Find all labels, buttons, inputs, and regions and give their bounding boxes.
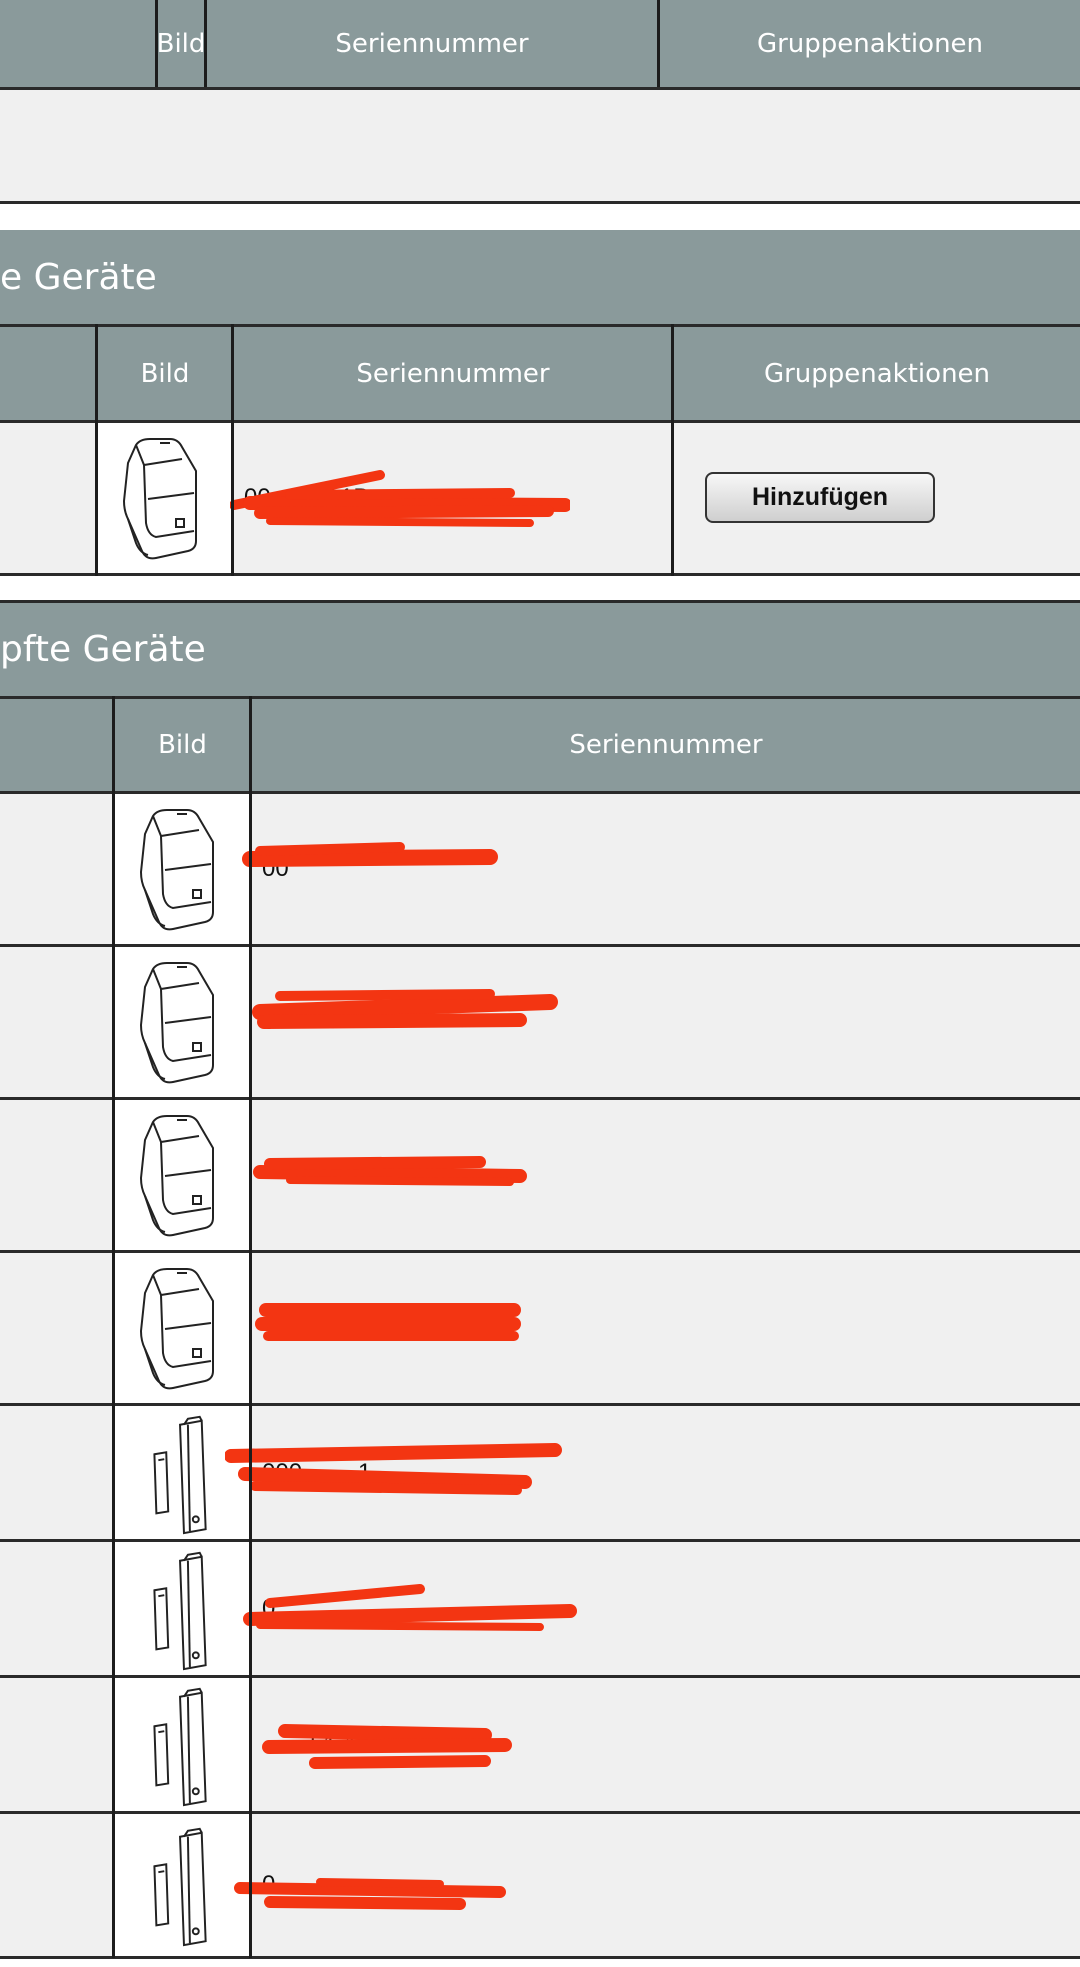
divider — [657, 0, 660, 88]
thermostat-icon — [139, 1115, 214, 1237]
column-header-group-actions: Gruppenaktionen — [756, 29, 984, 59]
add-button[interactable]: Hinzufügen — [705, 472, 935, 523]
redaction-mark — [242, 842, 498, 867]
thermostat-icon — [139, 1268, 214, 1390]
window-sensor-icon — [153, 1687, 207, 1806]
redaction-mark — [252, 989, 558, 1029]
redaction-mark — [262, 1724, 512, 1769]
device-image-cell — [115, 1678, 249, 1811]
window-sensor-icon — [153, 1551, 207, 1670]
divider — [231, 324, 234, 576]
table3-header: Bild Seriennummer — [0, 699, 1080, 791]
device-image-cell — [115, 1253, 249, 1403]
empty-row — [0, 90, 1080, 202]
device-image-cell — [98, 423, 232, 573]
window-sensor-icon — [153, 1827, 207, 1947]
column-header-group-actions: Gruppenaktionen — [763, 358, 991, 389]
divider — [0, 201, 1080, 204]
thermostat-icon — [139, 809, 214, 931]
device-image-cell — [115, 1542, 249, 1675]
section-header: pfte Geräte — [0, 603, 1080, 696]
divider — [0, 573, 1080, 576]
redaction-mark — [253, 1156, 527, 1186]
device-image-cell — [115, 794, 249, 944]
column-header-serial: Seriennummer — [356, 358, 550, 389]
section-title: e Geräte — [0, 256, 157, 298]
redaction-mark — [234, 1878, 506, 1910]
divider — [671, 324, 674, 576]
column-header-image: Bild — [156, 29, 206, 59]
divider — [155, 0, 158, 88]
table1-header: Bild Seriennummer Gruppenaktionen — [0, 0, 1080, 88]
divider — [204, 0, 207, 88]
table2-header: Bild Seriennummer Gruppenaktionen — [0, 327, 1080, 420]
divider — [0, 1956, 1080, 1959]
divider — [95, 324, 98, 576]
column-header-image: Bild — [158, 730, 207, 760]
redaction-mark — [255, 1303, 521, 1341]
thermostat-icon — [122, 438, 197, 560]
redaction-mark — [225, 1443, 562, 1495]
device-image-cell — [115, 1100, 249, 1250]
thermostat-icon — [139, 962, 214, 1084]
divider — [112, 696, 115, 1958]
device-image-cell — [115, 1814, 249, 1956]
column-header-image: Bild — [140, 358, 190, 389]
column-header-serial: Seriennummer — [569, 730, 763, 760]
divider — [249, 696, 252, 1958]
column-header-serial: Seriennummer — [335, 29, 529, 59]
device-image-cell — [115, 947, 249, 1097]
section-title: pfte Geräte — [0, 629, 206, 670]
section-header: e Geräte — [0, 230, 1080, 324]
redaction-mark — [243, 1584, 577, 1631]
redaction-mark — [230, 470, 570, 527]
